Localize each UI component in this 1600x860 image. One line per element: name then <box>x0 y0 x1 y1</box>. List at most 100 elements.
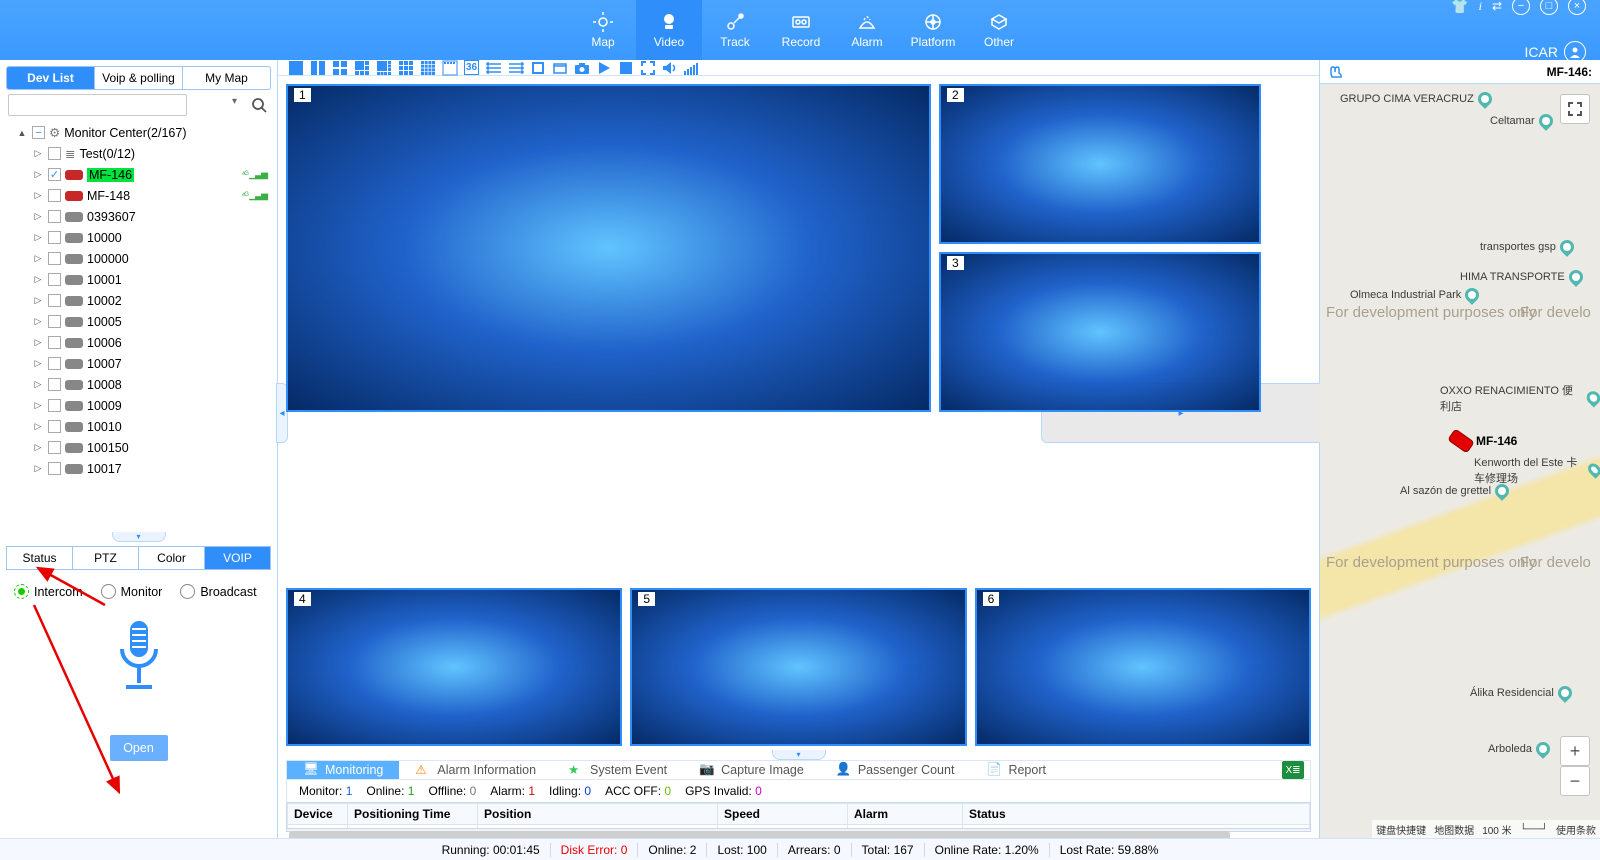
subtab-voip[interactable]: VOIP <box>205 547 270 569</box>
expand-icon[interactable]: ▷ <box>32 421 44 432</box>
checkbox[interactable] <box>48 147 61 160</box>
nav-track[interactable]: Track <box>702 0 768 60</box>
video-tile-4[interactable]: 4 <box>286 588 622 746</box>
close-button[interactable]: × <box>1568 0 1586 15</box>
map-zoom-in-button[interactable]: + <box>1560 736 1590 766</box>
col-position[interactable]: Position <box>478 804 718 825</box>
expand-icon[interactable]: ▷ <box>32 274 44 285</box>
tree-vehicle[interactable]: ▷10000 <box>2 227 273 248</box>
col-postime[interactable]: Positioning Time <box>348 804 478 825</box>
tree-vehicle[interactable]: ▷10009 <box>2 395 273 416</box>
checkbox[interactable] <box>48 189 61 202</box>
infotab-monitoring[interactable]: 🖥Monitoring <box>287 761 399 779</box>
checkbox[interactable]: ✓ <box>48 168 61 181</box>
checkbox[interactable] <box>48 252 61 265</box>
col-device[interactable]: Device <box>288 804 348 825</box>
tree-vehicle[interactable]: ▷10005 <box>2 311 273 332</box>
expand-icon[interactable]: ▷ <box>32 295 44 306</box>
horizontal-splitter[interactable]: ▾ <box>0 530 277 544</box>
expand-icon[interactable]: ▷ <box>32 148 44 159</box>
table-hscrollbar[interactable] <box>286 829 1311 832</box>
checkbox[interactable] <box>48 462 61 475</box>
monitoring-table[interactable]: Device Positioning Time Position Speed A… <box>286 802 1311 829</box>
subtab-status[interactable]: Status <box>7 547 73 569</box>
tree-vehicle[interactable]: ▷0393607 <box>2 206 273 227</box>
checkbox[interactable] <box>48 294 61 307</box>
checkbox[interactable] <box>48 231 61 244</box>
expand-icon[interactable]: ▷ <box>32 211 44 222</box>
tree-vehicle[interactable]: ▷✓MF-146⁴ᴳ ▁▃▅ <box>2 164 273 185</box>
sync-icon[interactable]: ⇄ <box>1492 0 1502 13</box>
video-tile-3[interactable]: 3 <box>939 252 1261 412</box>
tree-vehicle[interactable]: ▷10001 <box>2 269 273 290</box>
tree-root[interactable]: ▲ − ⚙ Monitor Center(2/167) <box>2 122 273 143</box>
tab-voip-polling[interactable]: Voip & polling <box>95 67 183 89</box>
vehicle-marker[interactable]: MF-146 <box>1450 434 1517 448</box>
layout-2v-icon[interactable] <box>310 60 325 75</box>
speaker-icon[interactable] <box>662 60 677 75</box>
expand-icon[interactable]: ▷ <box>32 253 44 264</box>
voip-opt-broadcast[interactable]: Broadcast <box>180 584 256 599</box>
tree-group-test[interactable]: ▷ ≣ Test(0/12) <box>2 143 273 164</box>
fit-icon[interactable] <box>530 60 545 75</box>
collapse-icon[interactable]: ▲ <box>16 128 28 138</box>
layout-9-icon[interactable] <box>398 60 413 75</box>
map-canvas[interactable]: GRUPO CIMA VERACRUZCeltamartransportes g… <box>1320 84 1600 838</box>
nav-map[interactable]: Map <box>570 0 636 60</box>
expand-icon[interactable]: ▷ <box>32 316 44 327</box>
nav-record[interactable]: Record <box>768 0 834 60</box>
maximize-button[interactable]: □ <box>1540 0 1558 15</box>
expand-icon[interactable]: ▷ <box>32 400 44 411</box>
voip-opt-intercom[interactable]: Intercom <box>14 584 83 599</box>
layout-4-icon[interactable] <box>332 60 347 75</box>
tree-vehicle[interactable]: ▷10017 <box>2 458 273 479</box>
nav-other[interactable]: Other <box>966 0 1032 60</box>
expand-icon[interactable]: ▷ <box>32 442 44 453</box>
infotab-report[interactable]: 📄Report <box>970 761 1062 779</box>
infotab-passenger[interactable]: 👤Passenger Count <box>820 761 971 779</box>
layout-36-icon[interactable]: 36 <box>464 60 479 75</box>
tree-vehicle[interactable]: ▷100150 <box>2 437 273 458</box>
map-fullscreen-button[interactable] <box>1560 94 1590 124</box>
checkbox[interactable] <box>48 315 61 328</box>
list2-icon[interactable] <box>508 60 523 75</box>
checkbox[interactable]: − <box>32 126 45 139</box>
infotab-alarm[interactable]: ⚠Alarm Information <box>399 761 552 779</box>
tab-my-map[interactable]: My Map <box>183 67 270 89</box>
tree-vehicle[interactable]: ▷10008 <box>2 374 273 395</box>
info-icon[interactable]: i <box>1479 0 1482 14</box>
video-tile-6[interactable]: 6 <box>975 588 1311 746</box>
expand-icon[interactable]: ▷ <box>32 190 44 201</box>
col-status[interactable]: Status <box>963 804 1310 825</box>
expand-icon[interactable]: ▷ <box>32 169 44 180</box>
window-icon[interactable] <box>552 60 567 75</box>
checkbox[interactable] <box>48 420 61 433</box>
signal-icon[interactable] <box>684 60 699 75</box>
search-input[interactable] <box>8 94 187 116</box>
nav-platform[interactable]: Platform <box>900 0 966 60</box>
tab-dev-list[interactable]: Dev List <box>7 67 95 89</box>
checkbox[interactable] <box>48 336 61 349</box>
infotab-event[interactable]: ★System Event <box>552 761 683 779</box>
checkbox[interactable] <box>48 441 61 454</box>
subtab-ptz[interactable]: PTZ <box>73 547 139 569</box>
search-icon[interactable] <box>249 95 269 115</box>
checkbox[interactable] <box>48 210 61 223</box>
checkbox[interactable] <box>48 378 61 391</box>
expand-icon[interactable]: ▷ <box>32 232 44 243</box>
stop-icon[interactable] <box>618 60 633 75</box>
col-alarm[interactable]: Alarm <box>848 804 963 825</box>
list-icon[interactable] <box>486 60 501 75</box>
fullscreen-icon[interactable] <box>640 60 655 75</box>
device-tree[interactable]: ▲ − ⚙ Monitor Center(2/167) ▷ ≣ Test(0/1… <box>0 120 277 530</box>
skin-icon[interactable]: 👕 <box>1451 0 1468 15</box>
col-speed[interactable]: Speed <box>718 804 848 825</box>
expand-icon[interactable]: ▷ <box>32 337 44 348</box>
tree-vehicle[interactable]: ▷10007 <box>2 353 273 374</box>
tree-vehicle[interactable]: ▷10010 <box>2 416 273 437</box>
infotab-capture[interactable]: 📷Capture Image <box>683 761 820 779</box>
subtab-color[interactable]: Color <box>139 547 205 569</box>
tree-vehicle[interactable]: ▷10006 <box>2 332 273 353</box>
export-excel-button[interactable]: X≣ <box>1282 761 1304 779</box>
video-info-splitter[interactable]: ▾ <box>278 750 1319 760</box>
